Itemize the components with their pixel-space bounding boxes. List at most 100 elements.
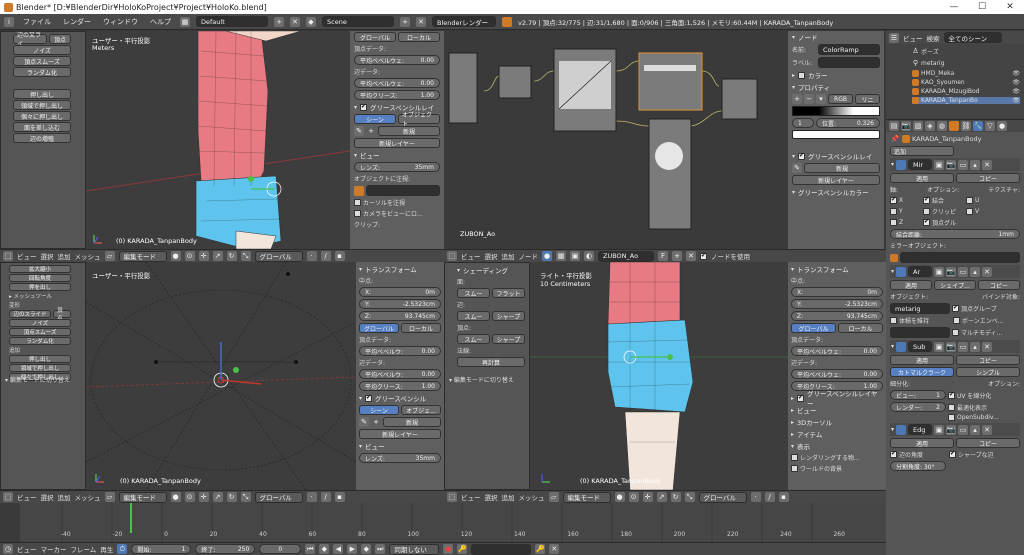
preview-range-icon[interactable]: ⏱ [117, 544, 128, 554]
mean-bevel-value[interactable]: 0.00 [422, 348, 435, 355]
display-header[interactable]: 表示 [797, 441, 810, 451]
node-name-field[interactable]: ColorRamp [818, 44, 880, 55]
tool-button[interactable]: 頂点 [49, 34, 71, 44]
edge-bevel-value[interactable]: 0.00 [422, 371, 435, 378]
keying-set-icon[interactable]: 🔑 [457, 544, 468, 554]
axis-x-checkbox[interactable] [890, 196, 897, 204]
object-button[interactable]: オブジェ... [401, 405, 441, 415]
tool-button[interactable]: 拡大縮小 [9, 265, 71, 273]
minimize-button[interactable]: — [940, 2, 968, 12]
armature-modifier-header[interactable]: ▾ Ar ▣ 📷 ▭ ▴ ✕ [890, 265, 1020, 278]
tool-button[interactable]: 頂点スムーズ [9, 328, 71, 336]
modifier-name[interactable]: Ar [908, 266, 933, 277]
expand-icon[interactable]: ▾ [791, 443, 794, 450]
u-checkbox[interactable] [966, 197, 973, 204]
transform-header[interactable]: トランスフォーム [365, 264, 417, 274]
menu-select[interactable]: 選択 [485, 251, 498, 261]
move-up-icon[interactable]: ▴ [970, 341, 981, 352]
layout-select[interactable]: Default [196, 16, 268, 27]
view-icon[interactable]: ▭ [958, 159, 969, 170]
lock-object-field[interactable] [366, 185, 440, 196]
info-editor-icon[interactable]: i [4, 16, 14, 27]
shading-solid-icon[interactable]: ● [170, 251, 181, 261]
editor-type-icon[interactable]: ⬚ [3, 492, 13, 502]
scene-button[interactable]: シーン [359, 405, 399, 415]
face-select-icon[interactable]: ▪ [778, 492, 789, 502]
world-tab-icon[interactable]: ◍ [937, 121, 947, 131]
tool-button[interactable]: 辺の増殖 [13, 133, 71, 143]
last-operator-panel[interactable]: ▾ 編集モードに切り替え [449, 375, 514, 384]
local-button[interactable]: ローカル [398, 32, 440, 42]
face-select-icon[interactable]: ▪ [334, 251, 345, 261]
edge-angle-checkbox[interactable] [890, 450, 897, 458]
color-ramp-gradient[interactable] [792, 106, 880, 116]
y-value[interactable]: -2.5323cm [403, 301, 435, 308]
stop-color-swatch[interactable] [792, 130, 880, 139]
scene-remove-icon[interactable]: ✕ [416, 16, 426, 27]
color-checkbox[interactable] [798, 71, 806, 79]
remove-icon[interactable]: ✕ [982, 424, 993, 435]
use-nodes-checkbox[interactable] [700, 252, 707, 260]
gp-layer-checkbox[interactable] [360, 103, 368, 111]
edge-smooth-button[interactable]: スムー [457, 311, 490, 321]
world-bg-checkbox[interactable] [791, 465, 798, 472]
menu-marker[interactable]: マーカー [41, 544, 67, 554]
axis-z-checkbox[interactable] [890, 219, 897, 226]
z-value[interactable]: 93.745cm [405, 313, 435, 320]
opensubdiv-checkbox[interactable] [948, 414, 955, 421]
manipulator-icon[interactable]: ✛ [198, 492, 209, 502]
local-button[interactable]: ローカル [838, 323, 883, 333]
color-header[interactable]: カラー [808, 70, 828, 80]
translate-icon[interactable]: ↗ [656, 492, 667, 502]
scale-icon[interactable]: ⤡ [684, 492, 695, 502]
node-header[interactable]: ノード [798, 32, 818, 42]
outliner-item[interactable]: metarig [921, 60, 945, 67]
outliner-search-menu[interactable]: 検索 [927, 33, 940, 43]
outliner-item[interactable]: KARADA_MizugiBod [921, 88, 979, 95]
face-flat-button[interactable]: フラット [492, 288, 525, 298]
gp-layer-checkbox[interactable] [798, 152, 806, 160]
material-tab-icon[interactable]: ● [997, 121, 1007, 131]
menu-window[interactable]: ウィンドウ [100, 17, 141, 27]
menu-select[interactable]: 選択 [41, 251, 54, 261]
edit-mode-icon[interactable]: ▱ [548, 492, 559, 502]
pencil-icon[interactable]: ✎ [359, 417, 369, 427]
menu-mesh[interactable]: メッシュ [75, 492, 101, 502]
simple-button[interactable]: シンプル [956, 367, 1020, 377]
close-button[interactable]: ✕ [996, 2, 1024, 12]
face-select-icon[interactable]: ▪ [334, 492, 345, 502]
merge-checkbox[interactable] [923, 196, 930, 204]
armature-object-field[interactable]: metarig [890, 303, 950, 314]
menu-view[interactable]: ビュー [461, 492, 481, 502]
outliner-item[interactable]: HMD_Meka [921, 70, 954, 77]
apply-button[interactable]: 適用 [890, 438, 954, 448]
edit-mode-icon[interactable]: ▱ [104, 251, 115, 261]
vertex-select-icon[interactable]: · [306, 251, 317, 261]
menu-view[interactable]: ビュー [461, 251, 481, 261]
menu-file[interactable]: ファイル [20, 17, 54, 27]
recalculate-button[interactable]: 再計算 [457, 357, 525, 367]
fake-user-icon[interactable]: F [658, 251, 668, 261]
lock-camera-checkbox[interactable] [354, 210, 361, 217]
outliner-item[interactable]: ポーズ [921, 47, 939, 56]
editmode-icon[interactable]: ▣ [934, 266, 945, 277]
mirror-object-field[interactable] [900, 252, 1020, 263]
menu-view[interactable]: ビュー [17, 544, 37, 554]
expand-icon[interactable]: ▾ [359, 266, 362, 273]
edge-bevel-value[interactable]: 0.00 [864, 371, 877, 378]
lens-value[interactable]: 35mm [415, 164, 434, 171]
menu-add[interactable]: 追加 [502, 251, 515, 261]
collapse-icon[interactable]: ▸ [792, 72, 795, 79]
properties-editor-icon[interactable]: ▤ [889, 121, 899, 131]
render-tab-icon[interactable]: 📷 [901, 121, 911, 131]
new-layer-button[interactable]: 新規レイヤー [354, 138, 440, 148]
menu-view[interactable]: ビュー [17, 492, 37, 502]
scene-button[interactable]: シーン [354, 114, 396, 124]
expand-icon[interactable]: ▾ [792, 34, 795, 41]
tool-button[interactable]: 押し出し [13, 89, 71, 99]
new-button[interactable]: 新規 [804, 163, 880, 173]
edge-select-icon[interactable]: / [764, 492, 775, 502]
global-button[interactable]: グローバル [791, 323, 836, 333]
expand-icon[interactable]: ▾ [354, 104, 357, 111]
outliner-editor-icon[interactable]: ☰ [889, 32, 899, 43]
